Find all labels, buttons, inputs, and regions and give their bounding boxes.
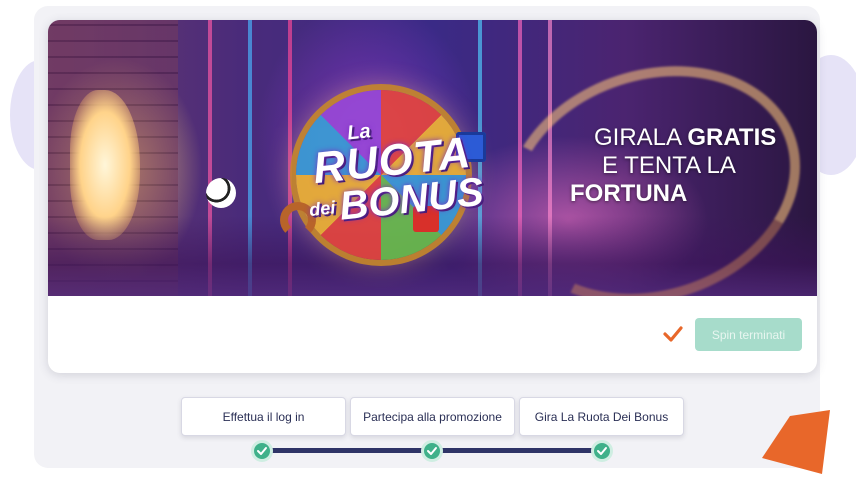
step-done-check-icon [251, 440, 273, 462]
promo-card: La RUOTA dei BONUS GIRALA GRATIS E TENTA… [48, 20, 817, 373]
banner-tagline: GIRALA GRATIS E TENTA LA FORTUNA [564, 124, 776, 208]
step-done-check-icon [421, 440, 443, 462]
tagline-line-1: GIRALA GRATIS [594, 124, 776, 152]
step-join-promo: Partecipa alla promozione [350, 397, 515, 436]
step-label: Partecipa alla promozione [363, 409, 502, 424]
tagline-line-3: FORTUNA [570, 180, 776, 208]
tagline-fortuna: FORTUNA [570, 180, 688, 207]
soccer-ball-icon [206, 178, 236, 208]
promo-page: La RUOTA dei BONUS GIRALA GRATIS E TENTA… [0, 0, 856, 484]
spin-button[interactable]: Spin terminati [695, 318, 802, 351]
ruota-dei-bonus-logo: La RUOTA dei BONUS [293, 108, 493, 230]
tagline-strong: GRATIS [687, 124, 777, 151]
step-login: Effettua il log in [181, 397, 346, 436]
decorative-orange-shape [762, 410, 830, 474]
step-label: Gira La Ruota Dei Bonus [534, 409, 669, 424]
tagline-prefix: GIRALA [594, 124, 688, 151]
step-done-check-icon [591, 440, 613, 462]
step-spin-wheel: Gira La Ruota Dei Bonus [519, 397, 684, 436]
step-label: Effettua il log in [222, 409, 305, 424]
promo-banner-image: La RUOTA dei BONUS GIRALA GRATIS E TENTA… [48, 20, 817, 296]
tagline-line-2: E TENTA LA [602, 152, 736, 179]
logo-dei-text: dei [308, 196, 337, 220]
check-icon [663, 326, 683, 342]
